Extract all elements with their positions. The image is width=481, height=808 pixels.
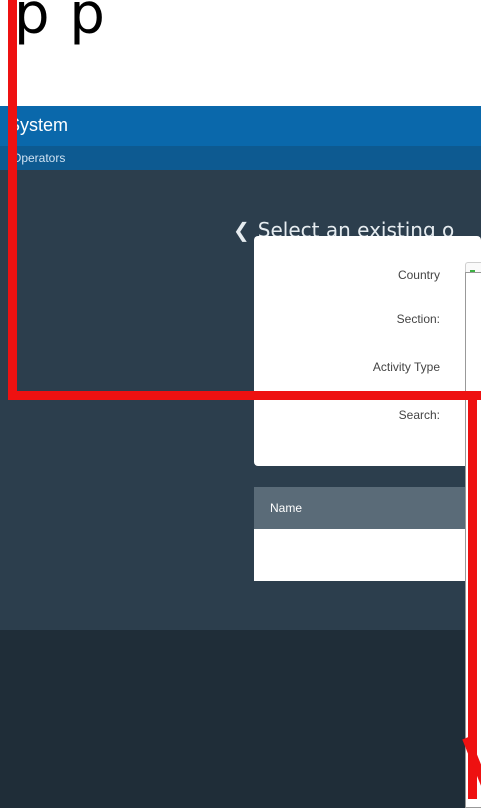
country-label: Country (397, 268, 440, 282)
section-label: Section: (396, 312, 440, 326)
app-header: System (0, 106, 481, 146)
results-table: Name (254, 487, 481, 581)
table-header: Name (254, 487, 481, 529)
search-label: Search: (398, 408, 440, 422)
activity-type-label: Activity Type (372, 360, 440, 374)
page-footer (0, 630, 481, 808)
annotation-line-horizontal (8, 391, 481, 400)
breadcrumb-operators[interactable]: Operators (12, 151, 65, 165)
partial-top-text: p p (14, 0, 106, 47)
breadcrumb-bar: Operators (0, 146, 481, 170)
back-chevron-icon[interactable]: ❮ (233, 218, 250, 242)
app-title: System (8, 115, 69, 135)
column-header-name[interactable]: Name (270, 501, 302, 515)
annotation-line-vertical (8, 0, 17, 400)
filter-form: Country Section: Activity Type Search: (254, 236, 481, 466)
